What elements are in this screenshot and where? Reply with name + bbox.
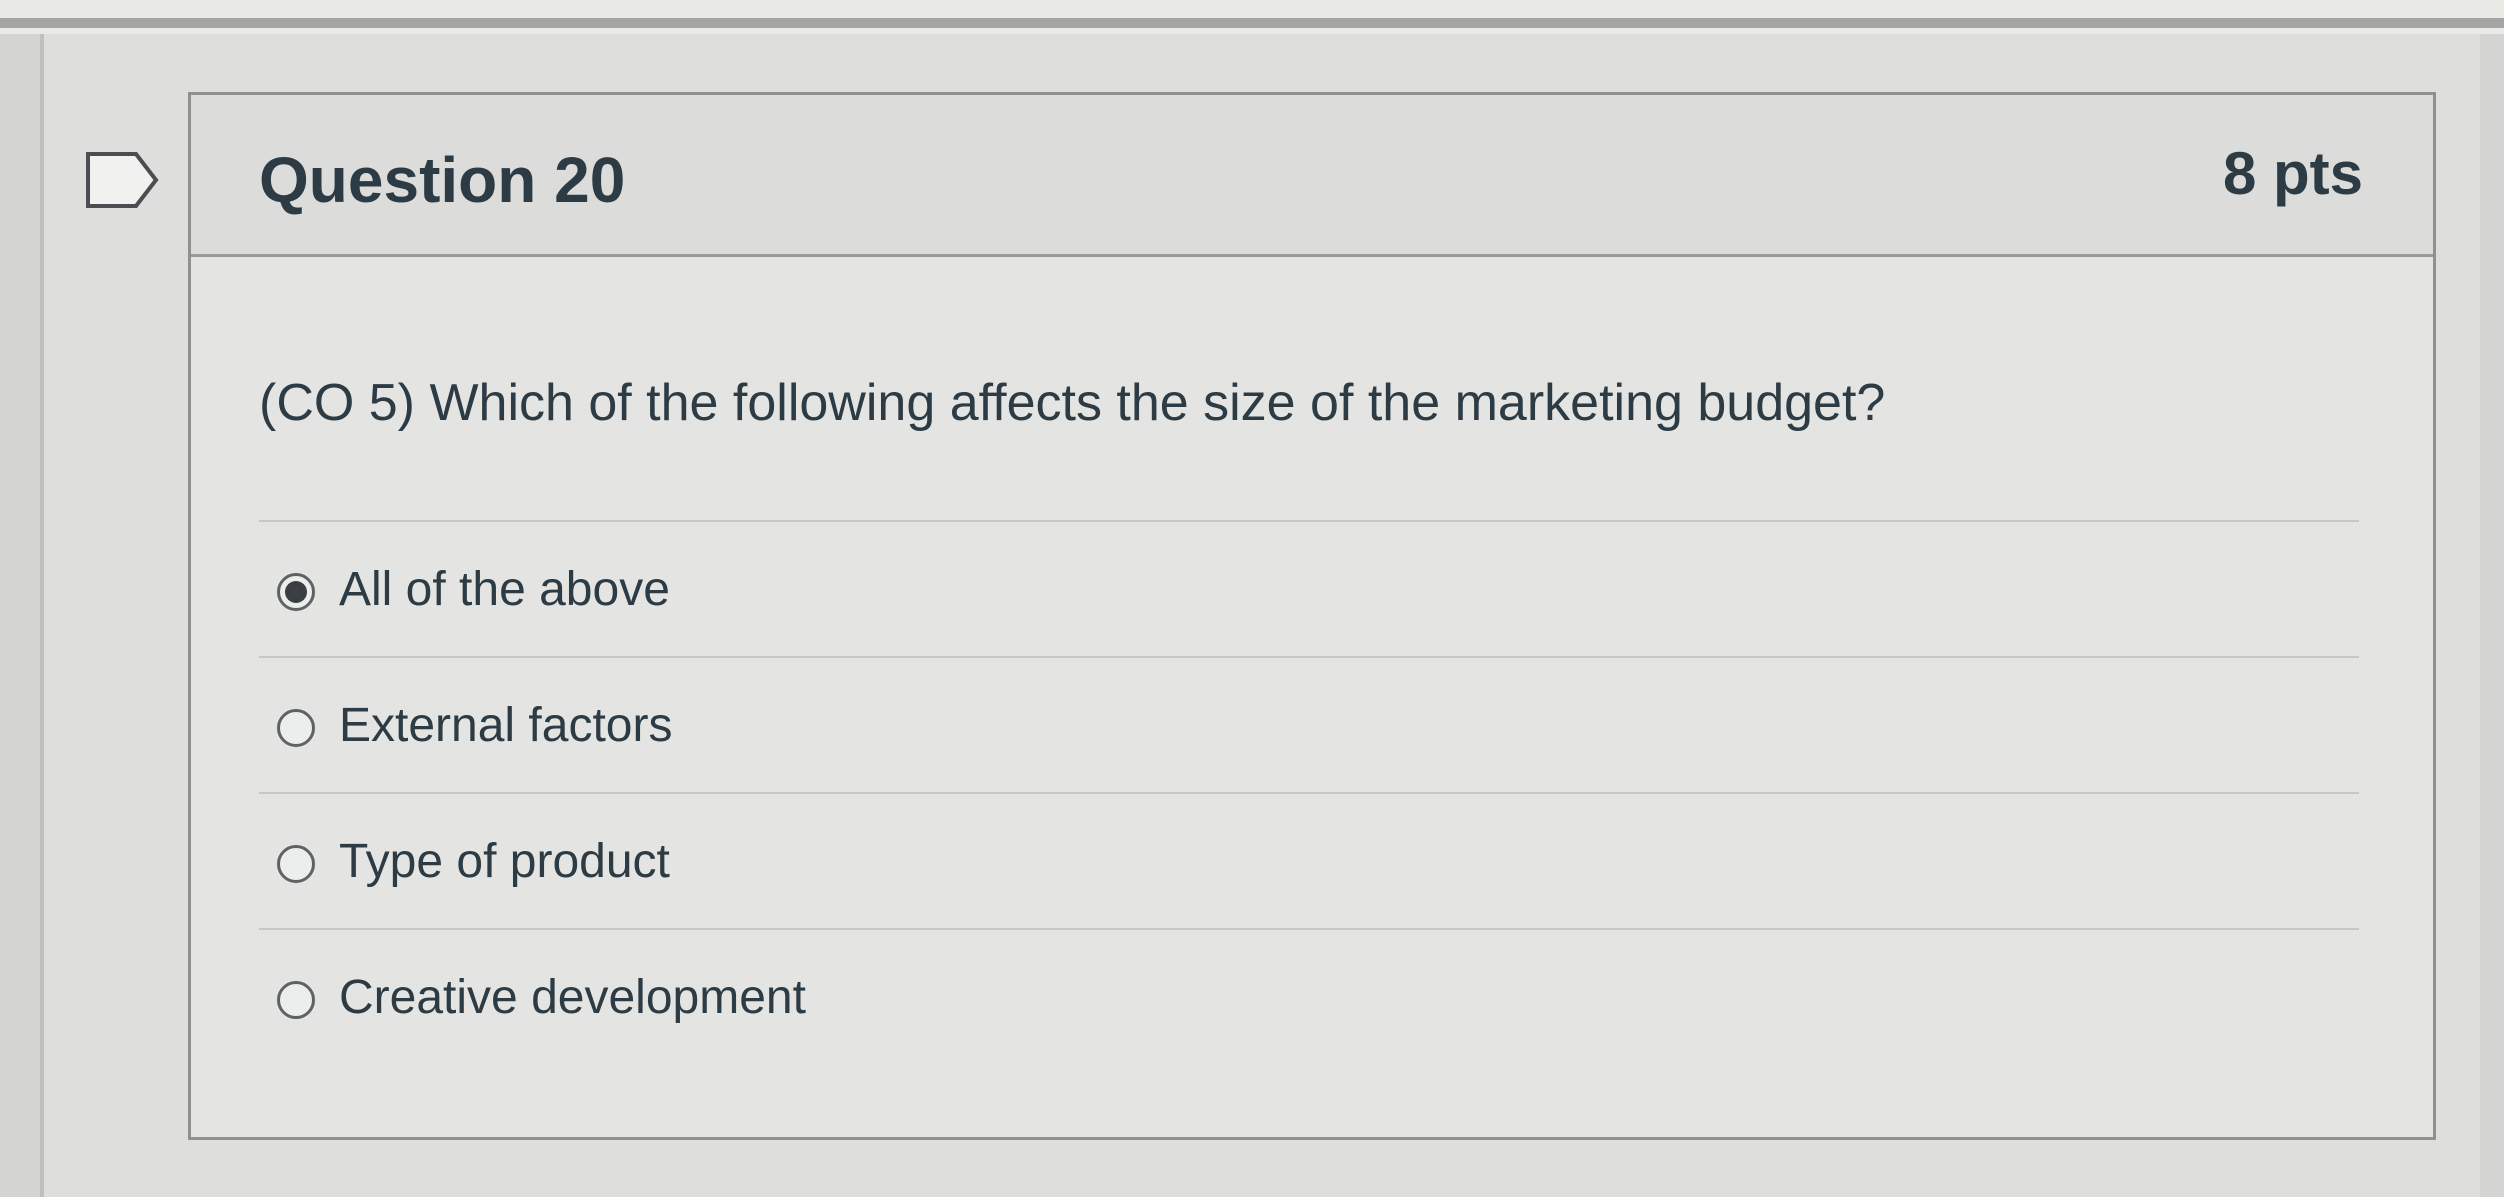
radio-icon[interactable]	[277, 709, 315, 747]
answer-option-external-factors[interactable]: External factors	[259, 656, 2359, 792]
radio-icon[interactable]	[277, 981, 315, 1019]
answer-option-creative-development[interactable]: Creative development	[259, 928, 2359, 1064]
question-text: (CO 5) Which of the following affects th…	[259, 374, 1886, 432]
question-points: 8 pts	[2222, 140, 2363, 207]
question-card: Question 20 8 pts (CO 5) Which of the fo…	[188, 92, 2436, 1140]
answer-option-all-of-the-above[interactable]: All of the above	[259, 520, 2359, 656]
answer-option-type-of-product[interactable]: Type of product	[259, 792, 2359, 928]
bookmark-flag-icon[interactable]	[84, 150, 160, 210]
question-header: Question 20 8 pts	[191, 95, 2433, 257]
answer-label[interactable]: All of the above	[339, 562, 670, 617]
answer-label[interactable]: External factors	[339, 698, 672, 753]
top-strip	[0, 0, 2504, 34]
radio-icon[interactable]	[277, 845, 315, 883]
question-title: Question 20	[259, 144, 626, 216]
answer-list: All of the above External factors Type o…	[259, 520, 2359, 1064]
answer-label[interactable]: Creative development	[339, 970, 806, 1025]
answer-label[interactable]: Type of product	[339, 834, 670, 889]
top-divider	[0, 18, 2504, 28]
radio-selected-icon[interactable]	[277, 573, 315, 611]
